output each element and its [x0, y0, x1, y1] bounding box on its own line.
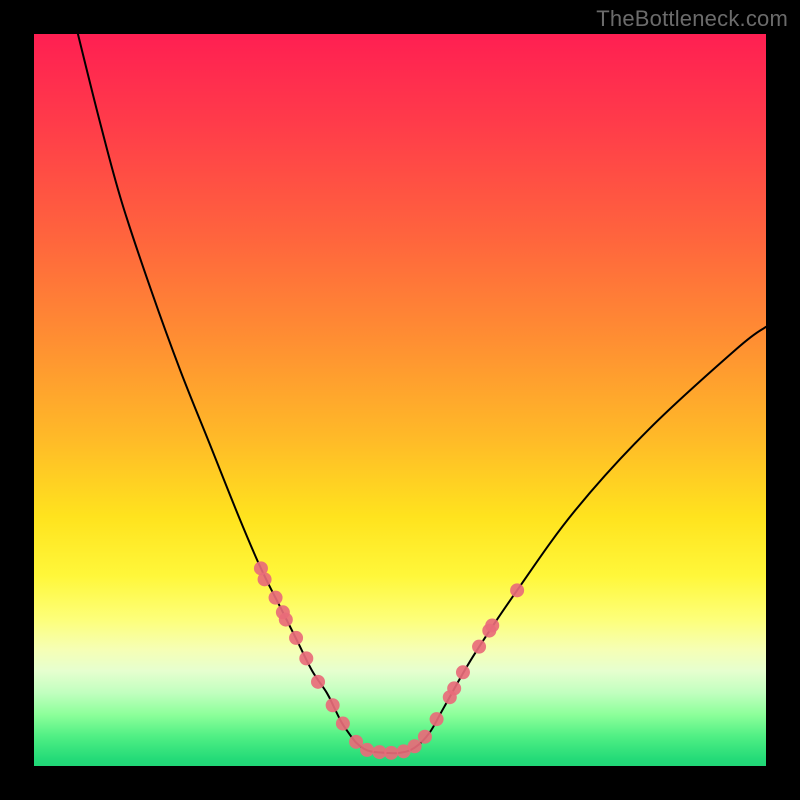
curve-marker	[510, 583, 524, 597]
curve-marker	[447, 681, 461, 695]
plot-gradient-background	[34, 34, 766, 766]
curve-marker	[418, 730, 432, 744]
curve-marker	[472, 640, 486, 654]
curve-marker	[456, 665, 470, 679]
curve-marker	[311, 675, 325, 689]
curve-marker	[269, 591, 283, 605]
curve-marker	[360, 743, 374, 757]
watermark-text: TheBottleneck.com	[596, 6, 788, 32]
curve-marker	[485, 618, 499, 632]
curve-svg	[34, 34, 766, 766]
curve-marker	[289, 631, 303, 645]
curve-marker	[430, 712, 444, 726]
curve-marker	[326, 698, 340, 712]
curve-marker	[258, 572, 272, 586]
curve-marker	[384, 746, 398, 760]
marker-group	[254, 561, 524, 759]
curve-marker	[299, 651, 313, 665]
curve-marker	[408, 739, 422, 753]
bottleneck-curve	[78, 34, 766, 753]
curve-marker	[336, 717, 350, 731]
chart-frame: TheBottleneck.com	[0, 0, 800, 800]
curve-marker	[279, 613, 293, 627]
